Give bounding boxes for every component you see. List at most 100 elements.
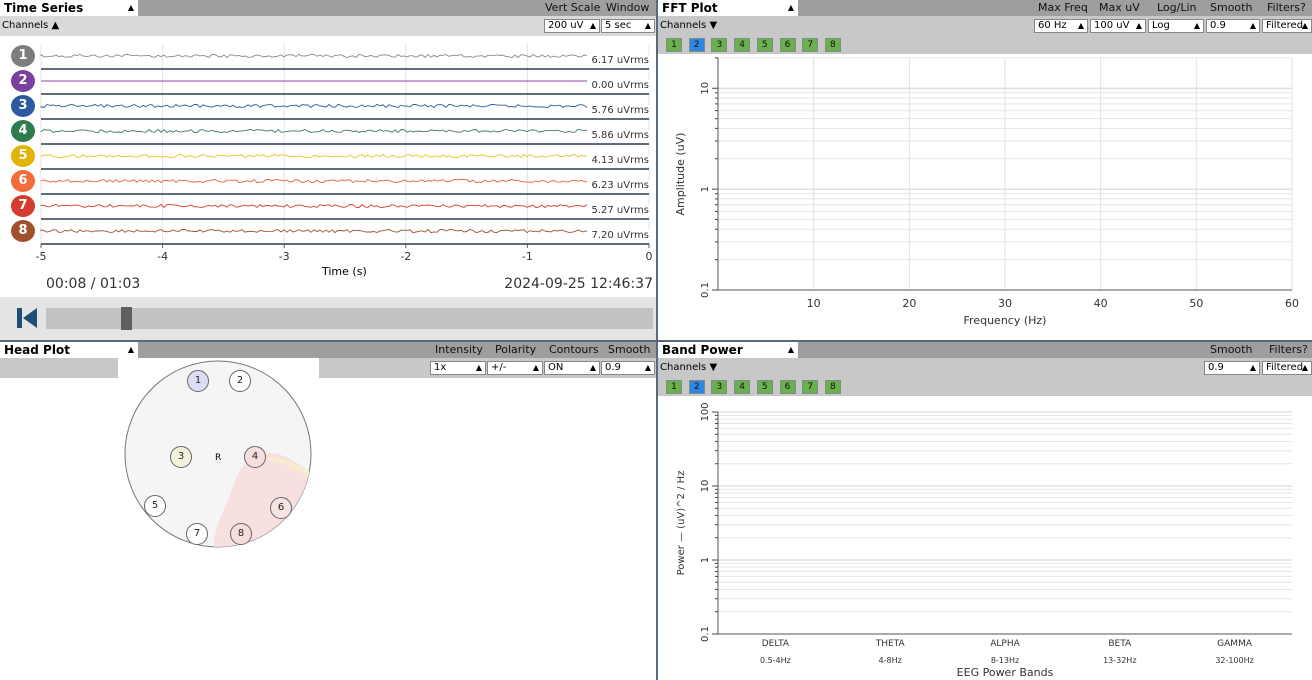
vert-scale-dropdown[interactable]: 200 uV ▲ bbox=[544, 19, 600, 33]
band-range-label: 13-32Hz bbox=[1103, 656, 1136, 665]
channel-7-toggle[interactable]: 7 bbox=[11, 195, 35, 217]
time-series-widget-select[interactable]: Time Series ▲ bbox=[0, 0, 138, 16]
max-uv-dropdown[interactable]: 100 uV ▲ bbox=[1090, 19, 1146, 33]
x-tick-label: -2 bbox=[400, 250, 411, 263]
channel-3-toggle[interactable]: 3 bbox=[11, 95, 35, 117]
band-name-label: GAMMA bbox=[1217, 639, 1253, 649]
polarity-dropdown[interactable]: +/- ▲ bbox=[487, 361, 543, 375]
y-axis-label: Amplitude (uV) bbox=[674, 133, 687, 216]
x-axis-label: Frequency (Hz) bbox=[964, 314, 1047, 327]
chevron-up-icon: ▲ bbox=[532, 363, 539, 372]
channel-chip-5[interactable]: 5 bbox=[756, 38, 773, 52]
x-tick-label: 0 bbox=[646, 250, 653, 263]
channel-trace bbox=[40, 153, 588, 159]
channel-2-toggle[interactable]: 2 bbox=[11, 70, 35, 92]
channel-chip-1[interactable]: 1 bbox=[666, 38, 682, 52]
channel-8-toggle[interactable]: 8 bbox=[11, 220, 35, 242]
bp-smooth-value: 0.9 bbox=[1208, 362, 1224, 373]
y-tick-label: 10 bbox=[700, 480, 711, 493]
channel-rms-value: 5.76 uVrms bbox=[590, 105, 650, 116]
polarity-label: Polarity bbox=[495, 343, 537, 356]
channel-chip-8[interactable]: 8 bbox=[824, 380, 841, 394]
channel-chip-2[interactable]: 2 bbox=[688, 38, 705, 52]
fft-filters-value: Filtered bbox=[1266, 20, 1304, 31]
x-tick-label: 30 bbox=[998, 297, 1012, 310]
playback-slider-handle[interactable] bbox=[121, 307, 132, 330]
channel-chip-1[interactable]: 1 bbox=[666, 380, 682, 394]
band-power-chart: 100 10 1 0.1 Power — (uV)^2 / Hz DELTA 0.5-4Hz… bbox=[676, 402, 1292, 679]
channel-chip-7[interactable]: 7 bbox=[802, 38, 819, 52]
head-smooth-dropdown[interactable]: 0.9 ▲ bbox=[601, 361, 655, 375]
channel-chip-6[interactable]: 6 bbox=[779, 380, 796, 394]
channel-chip-3[interactable]: 3 bbox=[711, 380, 728, 394]
smooth-label: Smooth bbox=[608, 343, 651, 356]
channel-rms-value: 7.20 uVrms bbox=[590, 230, 650, 241]
head-smooth-value: 0.9 bbox=[605, 362, 621, 373]
x-axis-label: EEG Power Bands bbox=[957, 666, 1054, 679]
channel-4-toggle[interactable]: 4 bbox=[11, 120, 35, 142]
x-tick-label: -3 bbox=[279, 250, 290, 263]
x-tick-label: 60 bbox=[1285, 297, 1299, 310]
max-freq-dropdown[interactable]: 60 Hz ▲ bbox=[1034, 19, 1088, 33]
electrode-7: 7 bbox=[186, 523, 208, 545]
channel-chip-5[interactable]: 5 bbox=[756, 380, 773, 394]
band-name-label: ALPHA bbox=[990, 639, 1020, 649]
channel-rms-value: 5.27 uVrms bbox=[590, 205, 650, 216]
skip-to-start-icon[interactable] bbox=[17, 308, 39, 328]
channels-toggle[interactable]: Channels ▲ bbox=[2, 19, 59, 33]
channel-trace bbox=[40, 203, 588, 209]
bp-filters-value: Filtered bbox=[1266, 362, 1304, 373]
electrode-2: 2 bbox=[229, 370, 251, 392]
vert-scale-value: 200 uV bbox=[548, 20, 584, 31]
contours-value: ON bbox=[548, 362, 564, 373]
channel-chip-8[interactable]: 8 bbox=[824, 38, 841, 52]
x-tick-label: -4 bbox=[157, 250, 168, 263]
channel-chip-4[interactable]: 4 bbox=[734, 38, 751, 52]
band-power-panel: Band Power ▲ Smooth Filters? Channels ▼ … bbox=[658, 342, 1312, 680]
log-lin-value: Log bbox=[1152, 20, 1170, 31]
channel-6-toggle[interactable]: 6 bbox=[11, 170, 35, 192]
channel-trace bbox=[40, 178, 588, 184]
band-range-label: 4-8Hz bbox=[879, 656, 902, 665]
playback-slider-track[interactable] bbox=[46, 308, 653, 329]
recording-timestamp: 2024-09-25 12:46:37 bbox=[504, 276, 653, 292]
band-power-widget-select[interactable]: Band Power ▲ bbox=[658, 342, 798, 358]
chevron-up-icon: ▲ bbox=[644, 363, 651, 372]
channel-1-toggle[interactable]: 1 bbox=[11, 45, 35, 67]
chevron-up-icon: ▲ bbox=[475, 363, 482, 372]
log-lin-dropdown[interactable]: Log ▲ bbox=[1148, 19, 1204, 33]
y-tick-label: 1 bbox=[700, 186, 711, 192]
intensity-value: 1x bbox=[434, 362, 447, 373]
band-power-title: Band Power bbox=[662, 343, 743, 357]
x-tick-label: 20 bbox=[902, 297, 916, 310]
fft-widget-select[interactable]: FFT Plot ▲ bbox=[658, 0, 798, 16]
channels-toggle[interactable]: Channels ▼ bbox=[660, 361, 717, 375]
channel-chip-6[interactable]: 6 bbox=[779, 38, 796, 52]
contours-dropdown[interactable]: ON ▲ bbox=[544, 361, 600, 375]
window-dropdown[interactable]: 5 sec ▲ bbox=[601, 19, 655, 33]
channel-chip-4[interactable]: 4 bbox=[734, 380, 751, 394]
channel-rms-value: 0.00 uVrms bbox=[590, 80, 650, 91]
filters-label: Filters? bbox=[1269, 343, 1308, 356]
fft-filters-dropdown[interactable]: Filtered ▲ bbox=[1262, 19, 1312, 33]
fft-panel: FFT Plot ▲ Max Freq Max uV Log/Lin Smoot… bbox=[658, 0, 1312, 340]
x-tick-label: 50 bbox=[1189, 297, 1203, 310]
channel-rms-value: 6.17 uVrms bbox=[590, 55, 650, 66]
channel-chip-7[interactable]: 7 bbox=[802, 380, 819, 394]
channels-toggle[interactable]: Channels ▼ bbox=[660, 19, 717, 33]
channel-5-toggle[interactable]: 5 bbox=[11, 145, 35, 167]
y-tick-label: 10 bbox=[700, 82, 711, 95]
bp-smooth-dropdown[interactable]: 0.9 ▲ bbox=[1204, 361, 1260, 375]
channel-chip-2[interactable]: 2 bbox=[688, 380, 705, 394]
max-freq-label: Max Freq bbox=[1038, 1, 1088, 14]
channel-chip-3[interactable]: 3 bbox=[711, 38, 728, 52]
fft-smooth-dropdown[interactable]: 0.9 ▲ bbox=[1206, 19, 1260, 33]
band-range-label: 32-100Hz bbox=[1215, 656, 1254, 665]
intensity-dropdown[interactable]: 1x ▲ bbox=[430, 361, 486, 375]
window-value: 5 sec bbox=[605, 20, 632, 31]
contours-label: Contours bbox=[549, 343, 599, 356]
y-tick-label: 100 bbox=[700, 402, 711, 421]
y-tick-label: 0.1 bbox=[700, 626, 711, 642]
bp-filters-dropdown[interactable]: Filtered ▲ bbox=[1262, 361, 1312, 375]
electrode-4: 4 bbox=[244, 446, 266, 468]
